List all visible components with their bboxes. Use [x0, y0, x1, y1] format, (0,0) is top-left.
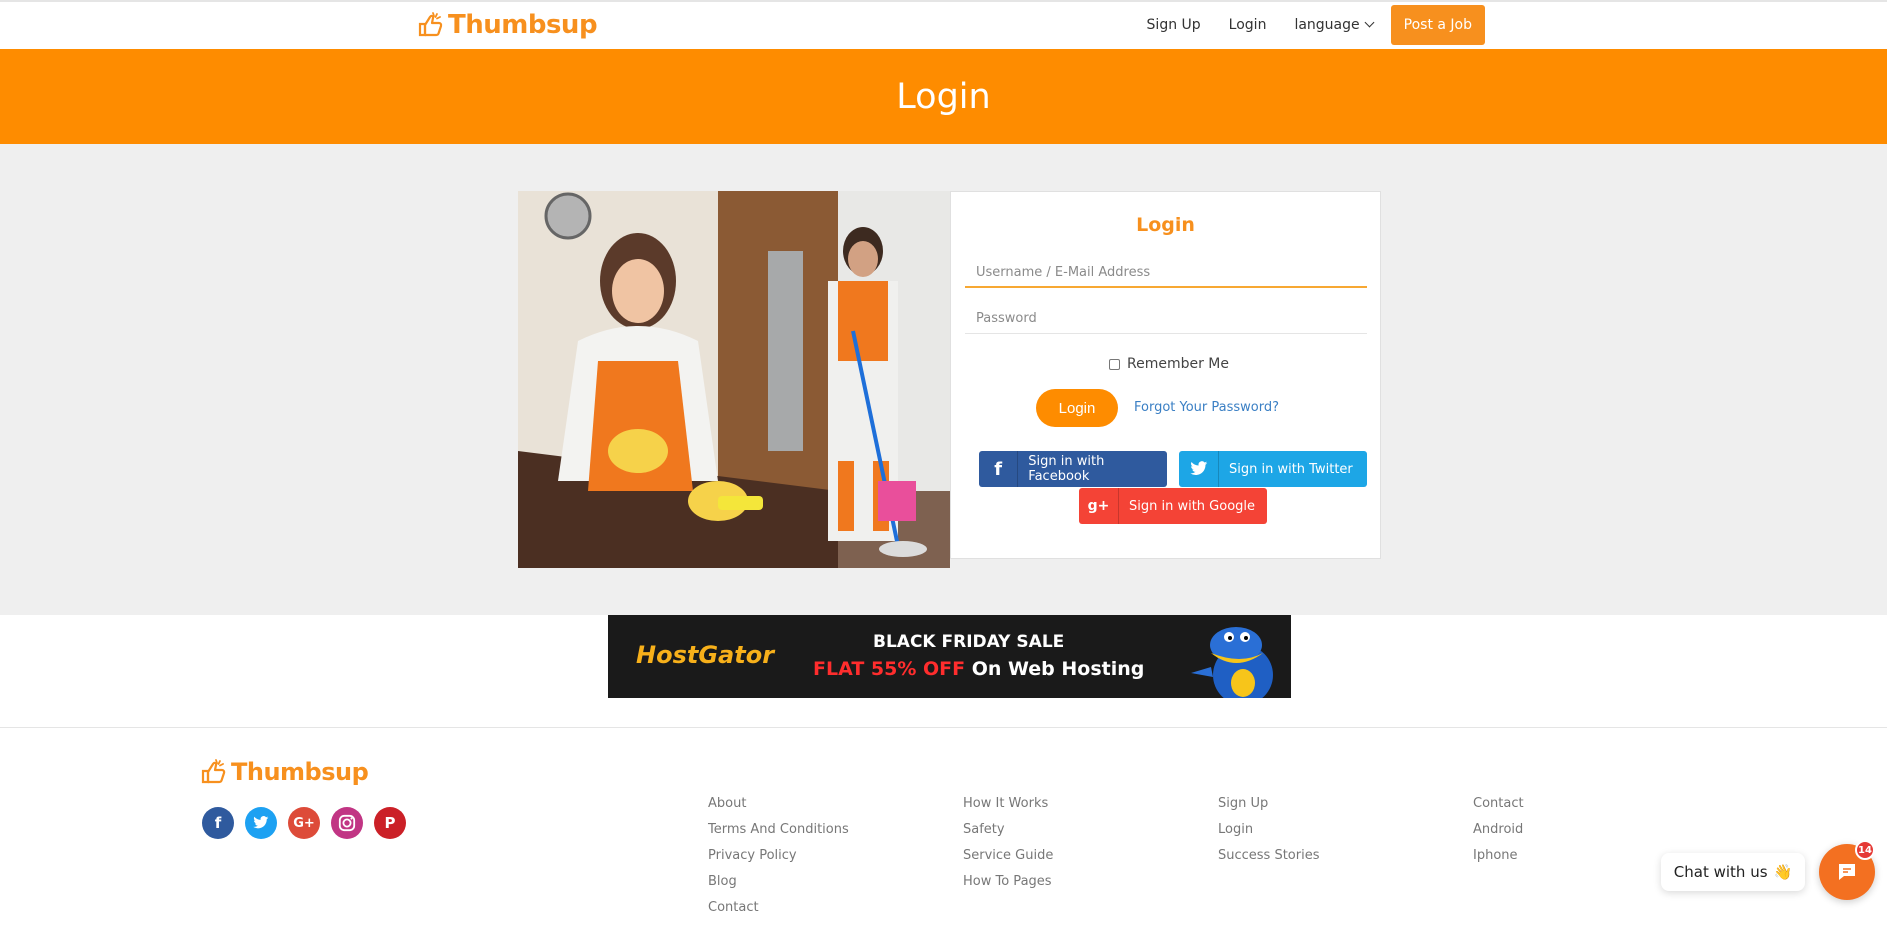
cleaners-illustration [518, 191, 950, 568]
ad-discount: FLAT 55% OFF [813, 658, 966, 680]
google-plus-icon: g+ [1079, 488, 1119, 524]
hostgator-ad-banner[interactable]: HostGator BLACK FRIDAY SALE FLAT 55% OFF… [608, 615, 1291, 698]
site-logo[interactable]: Thumbsup [416, 7, 598, 43]
chat-icon [1839, 864, 1855, 880]
cleaning-photo [518, 191, 950, 568]
footer-link[interactable]: Safety [963, 822, 1053, 837]
ad-subline: FLAT 55% OFF On Web Hosting [813, 658, 1144, 680]
footer-link[interactable]: Service Guide [963, 848, 1053, 863]
twitter-signin-button[interactable]: Sign in with Twitter [1179, 451, 1367, 487]
footer-link[interactable]: Blog [708, 874, 849, 889]
chat-prompt[interactable]: Chat with us 👋 [1661, 853, 1805, 891]
password-input[interactable] [965, 304, 1367, 334]
login-section: Login Remember Me Login Forgot Your Pass… [0, 144, 1887, 615]
twitter-signin-label: Sign in with Twitter [1229, 461, 1353, 477]
chevron-down-icon [1364, 17, 1375, 28]
gator-mascot [1181, 615, 1291, 698]
login-card-title: Login [1136, 214, 1195, 236]
remember-me-label: Remember Me [1127, 356, 1229, 372]
nav-login[interactable]: Login [1215, 17, 1281, 33]
footer-logo[interactable]: Thumbsup [199, 758, 369, 786]
google-plus-icon[interactable]: G+ [288, 807, 320, 839]
remember-me: Remember Me [1109, 356, 1229, 372]
chat-label: Chat with us [1673, 863, 1768, 881]
footer-link[interactable]: How To Pages [963, 874, 1053, 889]
footer-link[interactable]: About [708, 796, 849, 811]
footer-link[interactable]: Sign Up [1218, 796, 1320, 811]
page-banner: Login [0, 49, 1887, 144]
google-signin-label: Sign in with Google [1129, 498, 1256, 514]
language-dropdown[interactable]: language [1280, 17, 1386, 33]
footer-link[interactable]: Contact [708, 900, 849, 915]
footer-link[interactable]: Terms And Conditions [708, 822, 849, 837]
site-footer: Thumbsup f G+ P About Terms And Conditio… [0, 727, 1887, 946]
main-nav: Sign Up Login language Post a Job [1133, 4, 1485, 45]
chat-unread-badge: 14 [1855, 840, 1875, 860]
footer-col-1: About Terms And Conditions Privacy Polic… [708, 796, 849, 926]
footer-col-3: Sign Up Login Success Stories [1218, 796, 1320, 874]
facebook-icon: f [979, 451, 1019, 487]
wave-hand-icon: 👋 [1773, 863, 1793, 881]
thumbs-up-icon [201, 759, 226, 784]
footer-link[interactable]: Privacy Policy [708, 848, 849, 863]
page-title: Login [896, 76, 991, 117]
footer-link[interactable]: Success Stories [1218, 848, 1320, 863]
remember-me-checkbox[interactable] [1109, 358, 1120, 370]
footer-col-4: Contact Android Iphone [1473, 796, 1524, 874]
ad-headline: BLACK FRIDAY SALE [873, 632, 1065, 652]
login-card: Login Remember Me Login Forgot Your Pass… [950, 191, 1381, 559]
facebook-signin-label: Sign in with Facebook [1028, 454, 1105, 484]
logo-text: Thumbsup [448, 10, 598, 40]
ad-offer: On Web Hosting [971, 658, 1145, 680]
facebook-icon[interactable]: f [202, 807, 234, 839]
top-navbar: Thumbsup Sign Up Login language Post a J… [0, 0, 1887, 49]
footer-link[interactable]: Login [1218, 822, 1320, 837]
twitter-icon[interactable] [245, 807, 277, 839]
forgot-password-link[interactable]: Forgot Your Password? [1134, 400, 1279, 415]
footer-link[interactable]: How It Works [963, 796, 1053, 811]
username-input[interactable] [965, 258, 1367, 288]
twitter-icon [1179, 451, 1219, 487]
language-label: language [1294, 16, 1360, 33]
post-job-button[interactable]: Post a Job [1390, 4, 1485, 45]
nav-signup[interactable]: Sign Up [1133, 17, 1215, 33]
footer-link[interactable]: Android [1473, 822, 1524, 837]
thumbs-up-icon [418, 12, 443, 37]
facebook-signin-button[interactable]: f Sign in with Facebook [979, 451, 1167, 487]
google-signin-button[interactable]: g+ Sign in with Google [1079, 488, 1267, 524]
footer-link[interactable]: Contact [1473, 796, 1524, 811]
footer-logo-text: Thumbsup [231, 758, 369, 786]
ad-brand: HostGator [636, 641, 775, 669]
pinterest-icon[interactable]: P [374, 807, 406, 839]
footer-col-2: How It Works Safety Service Guide How To… [963, 796, 1053, 900]
instagram-icon[interactable] [331, 807, 363, 839]
social-icons: f G+ P [202, 807, 406, 839]
login-button[interactable]: Login [1036, 389, 1118, 427]
footer-link[interactable]: Iphone [1473, 848, 1524, 863]
